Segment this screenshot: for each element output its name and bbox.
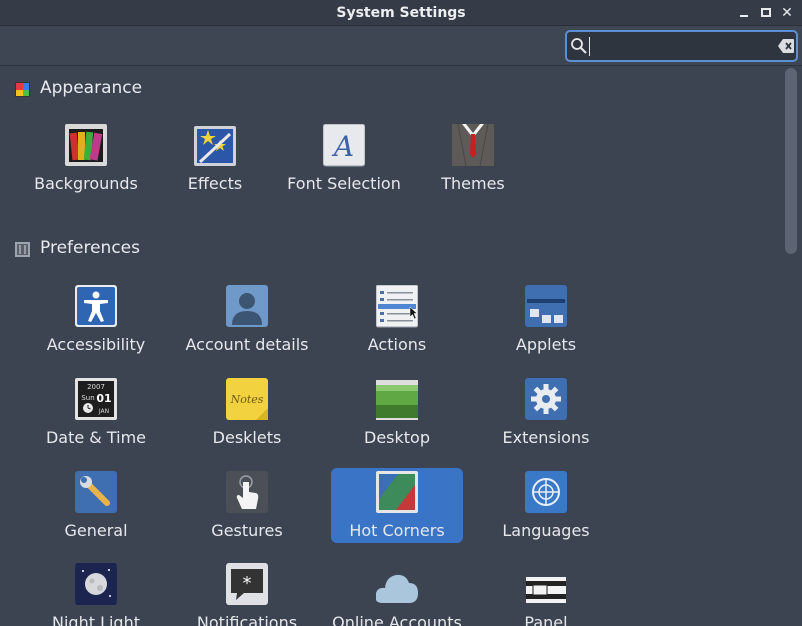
item-desktop[interactable]: Desktop: [331, 378, 463, 454]
maximize-icon: [761, 8, 771, 17]
item-label: Gestures: [211, 521, 283, 540]
item-gestures[interactable]: Gestures: [181, 471, 313, 547]
night-light-icon: [75, 563, 117, 605]
item-backgrounds[interactable]: Backgrounds: [20, 124, 152, 200]
item-hot-corners[interactable]: Hot Corners: [331, 468, 463, 543]
item-label: Themes: [441, 174, 505, 193]
search-icon: [571, 38, 587, 54]
section-title: Appearance: [40, 78, 143, 98]
extensions-icon: [525, 378, 567, 420]
item-panel[interactable]: Panel: [480, 563, 612, 626]
item-notifications[interactable]: * Notifications: [181, 563, 313, 626]
item-label: Notifications: [196, 613, 298, 626]
item-label: Actions: [367, 335, 427, 354]
calendar-month: JAN: [98, 408, 109, 415]
item-accessibility[interactable]: Accessibility: [30, 285, 162, 361]
text-caret: [589, 37, 590, 56]
search-input[interactable]: [591, 34, 771, 58]
item-label: General: [64, 521, 128, 540]
item-label: Accessibility: [46, 335, 146, 354]
font-letter: A: [331, 130, 354, 163]
item-applets[interactable]: Applets: [480, 285, 612, 361]
applets-icon: [525, 285, 567, 327]
general-icon: [75, 471, 117, 513]
calendar-year: 2007: [87, 383, 105, 391]
item-general[interactable]: General: [30, 471, 162, 547]
account-details-icon: [226, 285, 268, 327]
toolbar: [0, 26, 802, 66]
minimize-icon: [740, 15, 748, 17]
search-box[interactable]: [565, 30, 798, 62]
date-time-icon: 2007 Sun 01 JAN: [75, 378, 117, 420]
item-account-details[interactable]: Account details: [181, 285, 313, 361]
close-icon: ✕: [781, 5, 793, 21]
svg-text:*: *: [243, 573, 252, 594]
section-title: Preferences: [40, 238, 140, 258]
calendar-day: Sun: [81, 394, 94, 402]
preferences-section-icon: [15, 242, 30, 257]
appearance-section-icon: [15, 82, 30, 97]
calendar-date: 01: [96, 392, 111, 405]
item-themes[interactable]: Themes: [407, 124, 539, 200]
actions-icon: [376, 285, 418, 328]
item-label: Night Light: [52, 613, 140, 626]
item-label: Hot Corners: [349, 521, 445, 540]
online-accounts-icon: [376, 574, 418, 603]
item-label: Date & Time: [45, 428, 147, 447]
item-desklets[interactable]: Notes Desklets: [181, 378, 313, 454]
close-button[interactable]: ✕: [778, 4, 796, 22]
notifications-icon: *: [226, 563, 268, 605]
item-night-light[interactable]: Night Light: [30, 563, 162, 626]
item-label: Desklets: [212, 428, 282, 447]
window-title: System Settings: [336, 5, 466, 21]
item-languages[interactable]: Languages: [480, 471, 612, 547]
item-label: Online Accounts: [332, 613, 462, 626]
font-selection-icon: A: [323, 124, 365, 167]
maximize-button[interactable]: [757, 4, 775, 22]
item-effects[interactable]: Effects: [149, 124, 281, 200]
item-actions[interactable]: Actions: [331, 285, 463, 361]
item-label: Languages: [502, 521, 590, 540]
languages-icon: [525, 471, 567, 513]
title-bar: System Settings ✕: [0, 0, 802, 26]
item-font-selection[interactable]: A Font Selection: [278, 124, 410, 200]
item-label: Panel: [524, 613, 568, 626]
hot-corners-icon: [376, 471, 418, 513]
accessibility-icon: [75, 285, 117, 327]
effects-icon: [194, 126, 236, 166]
desktop-icon: [376, 380, 418, 420]
minimize-button[interactable]: [735, 4, 753, 22]
backgrounds-icon: [65, 124, 107, 166]
item-label: Extensions: [502, 428, 590, 447]
themes-icon: [452, 124, 494, 167]
item-date-time[interactable]: 2007 Sun 01 JAN Date & Time: [30, 378, 162, 454]
scrollbar-thumb[interactable]: [785, 68, 797, 254]
panel-icon: [526, 577, 566, 603]
item-label: Desktop: [364, 428, 430, 447]
item-online-accounts[interactable]: Online Accounts: [331, 563, 463, 626]
item-label: Account details: [185, 335, 309, 354]
item-label: Applets: [515, 335, 577, 354]
clear-search-icon[interactable]: [778, 38, 795, 54]
notes-text: Notes: [230, 393, 264, 406]
item-extensions[interactable]: Extensions: [480, 378, 612, 454]
gestures-icon: [226, 471, 268, 513]
desklets-icon: Notes: [226, 378, 268, 420]
